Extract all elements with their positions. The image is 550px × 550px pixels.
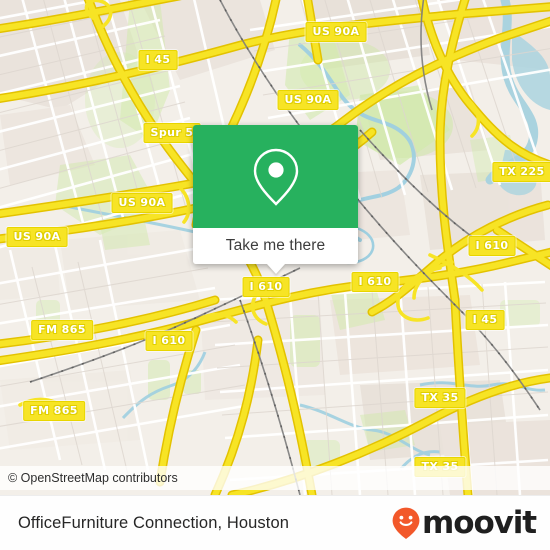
map-pin-icon bbox=[253, 148, 298, 206]
road-shield: I 610 bbox=[468, 236, 516, 256]
road-shield: I 45 bbox=[465, 310, 505, 330]
road-shield: TX 225 bbox=[492, 162, 550, 182]
moovit-logo[interactable]: moovit bbox=[391, 504, 537, 541]
road-shield: I 610 bbox=[351, 272, 399, 292]
road-shield: TX 35 bbox=[414, 388, 466, 408]
osm-attribution-text[interactable]: © OpenStreetMap contributors bbox=[0, 471, 178, 485]
map-attribution-bar: © OpenStreetMap contributors bbox=[0, 466, 550, 490]
moovit-map-screenshot: I 45 US 90A US 90A Spur 5 US 90A US 90A TX 225… bbox=[0, 0, 550, 550]
take-me-there-card[interactable]: Take me there bbox=[193, 125, 358, 274]
road-shield: I 45 bbox=[138, 50, 178, 70]
road-shield: I 610 bbox=[242, 277, 290, 297]
place-title: OfficeFurniture Connection, Houston bbox=[18, 513, 290, 532]
card-action-area[interactable]: Take me there bbox=[193, 228, 358, 274]
moovit-wordmark: moovit bbox=[422, 504, 537, 541]
road-shield: US 90A bbox=[6, 227, 68, 247]
road-shield: Spur 5 bbox=[143, 123, 201, 143]
moovit-smiley-pin-icon bbox=[392, 507, 420, 539]
road-shield: US 90A bbox=[277, 90, 339, 110]
road-shield: US 90A bbox=[111, 193, 173, 213]
card-pointer-tail bbox=[266, 264, 285, 274]
take-me-there-label: Take me there bbox=[225, 237, 326, 254]
footer-bar: OfficeFurniture Connection, Houston moov… bbox=[0, 495, 550, 550]
road-shield: FM 865 bbox=[23, 401, 85, 421]
road-shield: FM 865 bbox=[31, 320, 93, 340]
road-shield: I 610 bbox=[145, 331, 193, 351]
card-pin-area bbox=[193, 125, 358, 228]
road-shield: US 90A bbox=[305, 22, 367, 42]
